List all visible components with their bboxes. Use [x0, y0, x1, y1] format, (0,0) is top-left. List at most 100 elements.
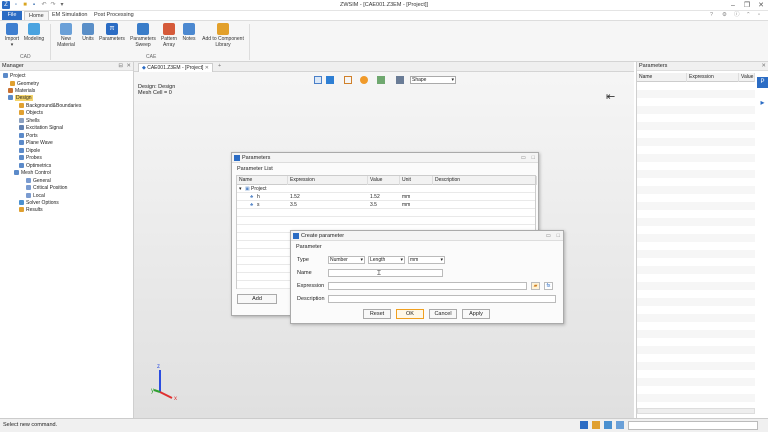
- length-select[interactable]: Length ▾: [368, 256, 405, 264]
- description-input[interactable]: [328, 295, 556, 303]
- parameters-button[interactable]: π Parameters: [97, 23, 127, 42]
- parameters-panel-header: Parameters ✕: [637, 62, 768, 71]
- cancel-button[interactable]: Cancel: [429, 309, 457, 319]
- tree-item-ports[interactable]: Ports: [19, 133, 38, 140]
- close-button[interactable]: ✕: [754, 0, 768, 11]
- maximize-dialog-icon[interactable]: □: [557, 231, 560, 241]
- fit-view-icon[interactable]: [314, 76, 322, 84]
- tree-item-optimetrics[interactable]: Optimetrics: [19, 163, 51, 170]
- panel-table-header: Name Expression Value: [637, 73, 755, 82]
- window-options-icon[interactable]: ▫: [754, 11, 764, 20]
- column-name[interactable]: Name: [637, 73, 687, 82]
- units-button[interactable]: Units: [79, 23, 97, 42]
- side-tab-parameters-icon[interactable]: P: [757, 77, 768, 88]
- tree-item-project[interactable]: Project: [3, 73, 26, 80]
- tree-item-shells[interactable]: Shells: [19, 118, 40, 125]
- panel-table-body[interactable]: [637, 82, 755, 407]
- reset-button[interactable]: Reset: [363, 309, 391, 319]
- tab-document[interactable]: ◆ CAE001.Z3EM - [Project] ✕: [138, 63, 213, 72]
- dipole-icon: [19, 148, 24, 153]
- tab-home[interactable]: Home: [24, 11, 49, 20]
- minimize-dialog-icon[interactable]: ▭: [546, 231, 551, 241]
- tree-item-local[interactable]: Local: [26, 193, 45, 200]
- close-panel-icon[interactable]: ✕: [761, 62, 766, 71]
- tree-item-plane-wave[interactable]: Plane Wave: [19, 140, 53, 147]
- minimize-dialog-icon[interactable]: ▭: [521, 153, 526, 163]
- x-axis-label: x: [174, 396, 177, 402]
- status-icon-3[interactable]: [604, 421, 612, 429]
- parameters-sweep-button[interactable]: Parameters Sweep: [128, 23, 158, 48]
- tab-post-processing[interactable]: Post Processing: [90, 11, 138, 20]
- column-name[interactable]: Name: [237, 176, 288, 185]
- section-view-icon[interactable]: [344, 76, 352, 84]
- tree-item-results[interactable]: Results: [19, 207, 43, 214]
- side-tab-properties-icon[interactable]: ▸: [757, 97, 768, 108]
- tree-item-solver-options[interactable]: Solver Options: [19, 200, 59, 207]
- ok-button[interactable]: OK: [396, 309, 424, 319]
- browse-folder-icon[interactable]: ▰: [531, 282, 540, 290]
- column-unit[interactable]: Unit: [400, 176, 433, 185]
- tree-item-background-boundaries[interactable]: Background&Boundaries: [19, 103, 81, 110]
- tree-item-critical-position[interactable]: Critical Position: [26, 185, 67, 192]
- apply-button[interactable]: Apply: [462, 309, 490, 319]
- horizontal-scrollbar[interactable]: [637, 408, 755, 414]
- view-cube-icon[interactable]: [326, 76, 334, 84]
- view-select[interactable]: Shape ▾: [410, 76, 456, 84]
- tree-item-dipole[interactable]: Dipole: [19, 148, 40, 155]
- table-row[interactable]: ♣ s 3.5 3.5 mm: [237, 201, 535, 209]
- add-to-component-library-button[interactable]: Add to Component Library: [199, 23, 247, 48]
- design-info: Design: Design Mesh Cell = 0: [138, 84, 175, 96]
- exit-icon[interactable]: ⇤: [606, 90, 615, 103]
- minimize-button[interactable]: –: [726, 0, 740, 11]
- add-tab-button[interactable]: +: [218, 63, 221, 69]
- tree-item-general[interactable]: General: [26, 178, 51, 185]
- add-button[interactable]: Add: [237, 294, 277, 304]
- unit-select[interactable]: mm ▾: [408, 256, 445, 264]
- tree-item-design[interactable]: Design: [8, 95, 33, 102]
- notes-button[interactable]: Notes: [181, 23, 197, 42]
- type-select[interactable]: Number ▾: [328, 256, 365, 264]
- column-value[interactable]: Value: [739, 73, 755, 82]
- display-mode-icon[interactable]: [396, 76, 404, 84]
- tree-item-probes[interactable]: Probes: [19, 155, 42, 162]
- column-value[interactable]: Value: [368, 176, 400, 185]
- settings-icon[interactable]: ⚙: [718, 11, 731, 20]
- expression-input[interactable]: [328, 282, 527, 290]
- new-material-button[interactable]: New Material: [53, 23, 79, 48]
- mesh-control-icon: [14, 170, 19, 175]
- tree-item-mesh-control[interactable]: Mesh Control: [14, 170, 51, 177]
- file-menu[interactable]: File: [2, 11, 22, 20]
- tab-em-simulation[interactable]: EM Simulation: [48, 11, 91, 20]
- modeling-button[interactable]: Modeling: [22, 23, 46, 42]
- tree-item-objects[interactable]: Objects: [19, 110, 43, 117]
- column-description[interactable]: Description: [433, 176, 537, 185]
- ribbon-collapse-icon[interactable]: ⌃: [742, 11, 755, 20]
- restore-button[interactable]: ❐: [740, 0, 754, 11]
- import-button[interactable]: Import ▾: [3, 23, 21, 48]
- render-mode-icon[interactable]: [377, 76, 385, 84]
- tree-item-materials[interactable]: Materials: [8, 88, 35, 95]
- name-input[interactable]: [328, 269, 443, 277]
- pattern-array-button[interactable]: Pattern Array: [158, 23, 180, 48]
- chevron-down-icon: ▾: [360, 257, 363, 263]
- pin-icon[interactable]: ⊟: [118, 62, 123, 71]
- title-bar: Z ▫ ■ ▪ ↶ ↷ ▾ ZWSIM - [CAE001.Z3EM - [Pr…: [0, 0, 768, 11]
- expand-arrow-icon[interactable]: ▾: [239, 185, 242, 193]
- column-expression[interactable]: Expression: [687, 73, 739, 82]
- column-expression[interactable]: Expression: [288, 176, 368, 185]
- viewport[interactable]: ◆ CAE001.Z3EM - [Project] ✕ + Design: De…: [134, 62, 634, 418]
- close-panel-icon[interactable]: ✕: [126, 62, 131, 71]
- tree-item-excitation-signal[interactable]: Excitation Signal: [19, 125, 63, 132]
- table-row-group[interactable]: ▾ ▣ Project: [237, 185, 535, 193]
- status-icon-2[interactable]: [592, 421, 600, 429]
- menu-bar: File Home EM Simulation Post Processing …: [0, 11, 768, 20]
- table-row[interactable]: ♣ h 1.52 1.52 mm: [237, 193, 535, 201]
- tree-item-geometry[interactable]: Geometry: [10, 81, 39, 88]
- light-icon[interactable]: [360, 76, 368, 84]
- close-tab-icon[interactable]: ✕: [205, 65, 209, 71]
- status-icon-4[interactable]: [616, 421, 624, 429]
- maximize-dialog-icon[interactable]: □: [532, 153, 535, 163]
- status-icon-1[interactable]: [580, 421, 588, 429]
- function-icon[interactable]: fx: [544, 282, 553, 290]
- help-icon[interactable]: ?: [706, 11, 717, 20]
